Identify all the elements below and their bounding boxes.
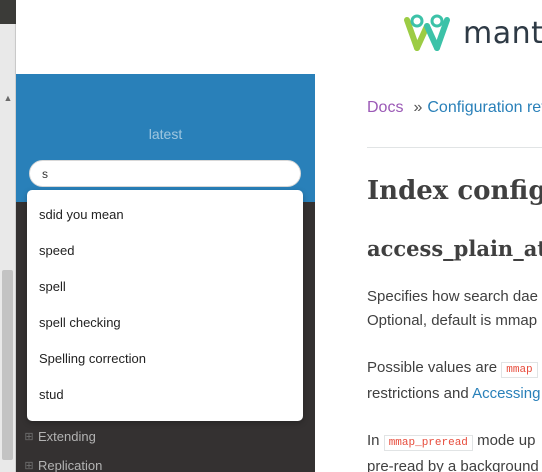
os-titlebar-fragment	[0, 0, 16, 24]
sidebar-item-replication[interactable]: ⊞ Replication	[24, 458, 102, 472]
paragraph-description: Specifies how search dae Optional, defau…	[367, 285, 538, 333]
paragraph-text: Possible values are	[367, 359, 498, 376]
sidebar-search-area: latest	[16, 74, 315, 202]
suggestion-item[interactable]: spell checking	[27, 305, 303, 341]
divider	[367, 147, 542, 148]
paragraph-values: Possible values are mmap restrictions an…	[367, 356, 540, 406]
scrollbar-thumb[interactable]	[2, 270, 13, 460]
paragraph-text: restrictions and	[367, 385, 469, 402]
os-window-strip: ▲	[0, 0, 16, 472]
paragraph-text: mode up	[477, 432, 536, 449]
suggestion-item[interactable]: stud	[27, 377, 303, 413]
suggestion-item[interactable]: spell	[27, 269, 303, 305]
paragraph-line: pre-read by a background	[367, 458, 539, 472]
inline-code: mmap_preread	[383, 435, 473, 451]
expand-icon[interactable]: ⊞	[24, 430, 34, 443]
sidebar-item-label: Replication	[38, 458, 103, 472]
page-title: Index configu	[367, 176, 542, 206]
inline-code: mmap	[501, 362, 538, 378]
paragraph-line: Specifies how search dae	[367, 288, 538, 305]
paragraph-text: In	[367, 432, 380, 449]
expand-icon[interactable]: ⊞	[24, 459, 34, 472]
suggestion-item[interactable]: speed	[27, 233, 303, 269]
paragraph-line: Optional, default is mmap	[367, 312, 538, 329]
breadcrumb-current-link[interactable]: Configuration ref	[427, 99, 542, 117]
top-header: manti	[16, 0, 542, 74]
manticore-logo-icon	[404, 14, 450, 51]
breadcrumb-docs-link[interactable]: Docs	[367, 99, 403, 117]
logo[interactable]: manti	[397, 12, 542, 54]
accessing-link[interactable]: Accessing	[472, 385, 540, 402]
suggestion-item[interactable]: sdid you mean	[27, 197, 303, 233]
sidebar-item-label: Extending	[38, 429, 96, 444]
paragraph-preread: In mmap_preread mode up pre-read by a ba…	[367, 429, 539, 472]
paragraph-line: Possible values are mmap	[367, 356, 540, 382]
logo-text: manti	[463, 15, 542, 51]
sidebar-item-extending[interactable]: ⊞ Extending	[24, 429, 96, 444]
breadcrumb: Docs » Configuration ref	[367, 99, 542, 117]
search-input[interactable]	[29, 160, 301, 187]
main-content: Docs » Configuration ref Index configu a…	[315, 74, 542, 472]
suggestion-item[interactable]: Spelling correction	[27, 341, 303, 377]
autocomplete-dropdown: sdid you mean speed spell spell checking…	[27, 190, 303, 421]
version-label[interactable]: latest	[16, 126, 315, 142]
section-heading: access_plain_at	[367, 236, 542, 261]
scroll-up-arrow-icon[interactable]: ▲	[2, 92, 14, 104]
paragraph-line: In mmap_preread mode up	[367, 429, 539, 455]
breadcrumb-separator: »	[413, 99, 423, 116]
paragraph-line: restrictions and Accessing	[367, 382, 540, 406]
